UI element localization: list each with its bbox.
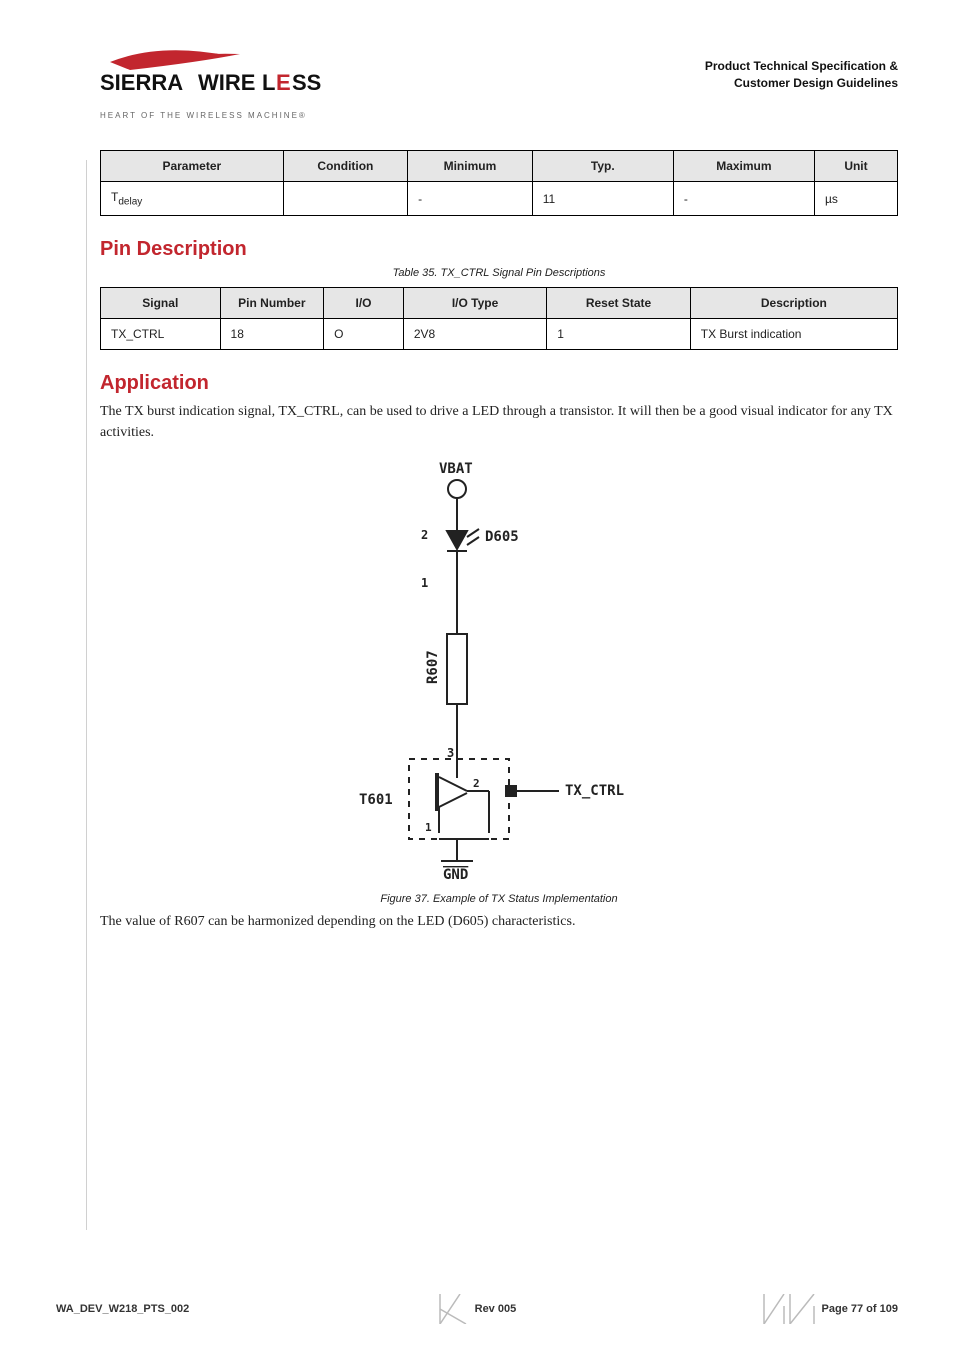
svg-text:E: E (276, 70, 291, 95)
header-title-line1: Product Technical Specification & (638, 58, 898, 75)
cell-io: O (324, 319, 404, 350)
section-heading-application: Application (100, 372, 898, 395)
label-nn1: 1 (425, 821, 432, 834)
table-row: Tdelay - 11 - µs (101, 182, 898, 216)
cell-maximum: - (673, 182, 814, 216)
page-header: SIERRA WIRE L E SS HEART OF THE WIRELESS… (100, 40, 898, 120)
application-paragraph: The TX burst indication signal, TX_CTRL,… (100, 401, 898, 443)
col-minimum: Minimum (408, 151, 533, 182)
cell-pin-number: 18 (220, 319, 324, 350)
cell-reset-state: 1 (547, 319, 690, 350)
col-condition: Condition (283, 151, 408, 182)
cell-typ: 11 (532, 182, 673, 216)
col-maximum: Maximum (673, 151, 814, 182)
cell-condition (283, 182, 408, 216)
svg-text:SIERRA: SIERRA (100, 70, 183, 95)
table-header-row: Parameter Condition Minimum Typ. Maximum… (101, 151, 898, 182)
figure-caption-37: Figure 37. Example of TX Status Implemen… (100, 893, 898, 905)
cell-signal: TX_CTRL (101, 319, 221, 350)
col-unit: Unit (814, 151, 897, 182)
col-typ: Typ. (532, 151, 673, 182)
cell-unit: µs (814, 182, 897, 216)
col-pin-number: Pin Number (220, 288, 324, 319)
svg-text:SS: SS (292, 70, 321, 95)
footer-rev: Rev 005 (432, 1294, 517, 1324)
label-gnd: GND (443, 867, 468, 883)
label-d605: D605 (485, 529, 519, 545)
header-title-line2: Customer Design Guidelines (638, 75, 898, 92)
col-description: Description (690, 288, 897, 319)
footer-doc-id: WA_DEV_W218_PTS_002 (56, 1303, 189, 1315)
application-paragraph-2: The value of R607 can be harmonized depe… (100, 911, 898, 932)
footer-divider-left-icon (432, 1294, 472, 1324)
table-caption-35: Table 35. TX_CTRL Signal Pin Description… (100, 267, 898, 279)
label-node1: 1 (421, 576, 428, 590)
col-io: I/O (324, 288, 404, 319)
col-io-type: I/O Type (403, 288, 546, 319)
cell-io-type: 2V8 (403, 319, 546, 350)
footer-page: Page 77 of 109 (758, 1294, 898, 1324)
label-txctrl: TX_CTRL (565, 783, 624, 799)
cell-parameter: Tdelay (101, 182, 284, 216)
section-heading-pin-description: Pin Description (100, 238, 898, 261)
label-nn2: 2 (473, 777, 480, 790)
label-node2: 2 (421, 528, 428, 542)
table-row: TX_CTRL 18 O 2V8 1 TX Burst indication (101, 319, 898, 350)
col-signal: Signal (101, 288, 221, 319)
col-reset-state: Reset State (547, 288, 690, 319)
label-t601: T601 (359, 792, 393, 808)
logo-block: SIERRA WIRE L E SS HEART OF THE WIRELESS… (100, 40, 360, 120)
svg-text:WIRE: WIRE (198, 70, 255, 95)
sidebar-rule (86, 160, 87, 1230)
svg-text:L: L (262, 70, 275, 95)
col-parameter: Parameter (101, 151, 284, 182)
cell-minimum: - (408, 182, 533, 216)
table-header-row: Signal Pin Number I/O I/O Type Reset Sta… (101, 288, 898, 319)
logo-tagline: HEART OF THE WIRELESS MACHINE® (100, 111, 360, 120)
sierra-wireless-logo: SIERRA WIRE L E SS (100, 44, 360, 104)
circuit-diagram: VBAT 2 D605 1 R607 3 T601 (329, 459, 669, 889)
parameter-table: Parameter Condition Minimum Typ. Maximum… (100, 150, 898, 216)
page-footer: WA_DEV_W218_PTS_002 Rev 005 Page 77 of 1… (56, 1294, 898, 1324)
label-vbat: VBAT (439, 461, 473, 477)
cell-description: TX Burst indication (690, 319, 897, 350)
footer-divider-right-icon (758, 1294, 818, 1324)
header-title: Product Technical Specification & Custom… (638, 40, 898, 92)
pin-description-table: Signal Pin Number I/O I/O Type Reset Sta… (100, 287, 898, 350)
label-r607: R607 (425, 651, 441, 685)
label-n3: 3 (447, 746, 454, 760)
